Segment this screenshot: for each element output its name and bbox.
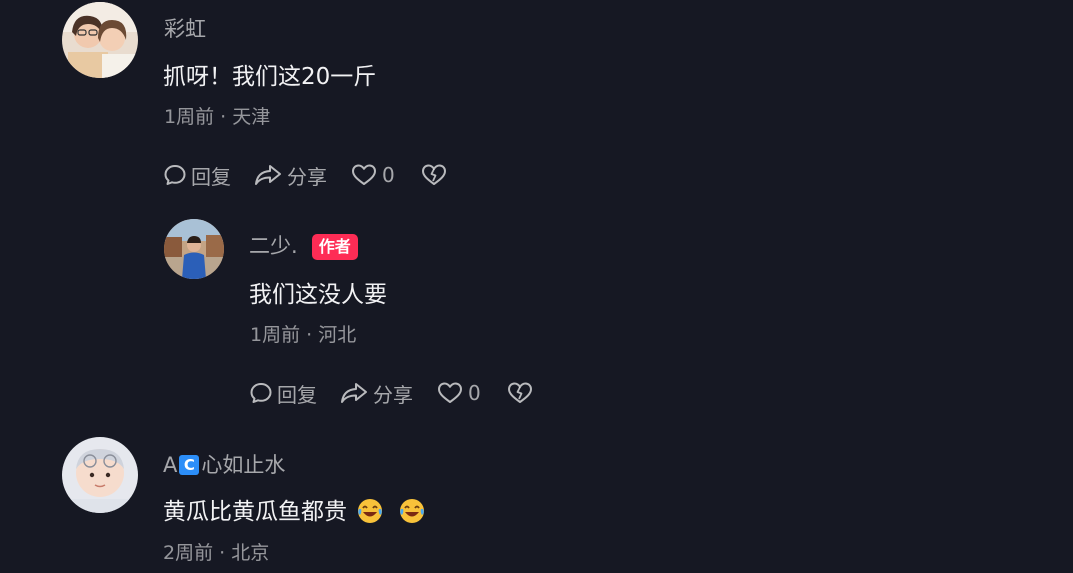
- share-arrow-icon: [341, 383, 367, 403]
- avatar[interactable]: [62, 437, 138, 513]
- share-label: 分享: [373, 382, 413, 407]
- reply-username-row: 二少. 作者: [249, 233, 358, 260]
- reply-button[interactable]: 回复: [163, 161, 231, 190]
- laughing-tears-emoji-icon: [357, 498, 383, 524]
- like-button[interactable]: 0: [437, 381, 481, 405]
- username-prefix: A: [163, 453, 178, 477]
- broken-heart-icon: [507, 382, 532, 403]
- author-badge: 作者: [311, 234, 358, 260]
- dislike-button[interactable]: [507, 381, 533, 405]
- speech-bubble-icon: [250, 383, 272, 403]
- like-button[interactable]: 0: [351, 163, 395, 187]
- like-count: 0: [468, 381, 481, 405]
- comment-text: 我们这没人要: [249, 282, 387, 308]
- comment-username[interactable]: 二少.: [249, 234, 298, 258]
- comment-username[interactable]: A C 心如止水: [163, 452, 285, 478]
- share-button[interactable]: 分享: [253, 161, 327, 190]
- comment-username[interactable]: 彩虹: [164, 16, 206, 42]
- username-suffix: 心如止水: [201, 453, 286, 477]
- comment-thread: 彩虹 抓呀！我们这20一斤 1周前 · 天津 回复 分享 0 二少. 作者 我们…: [0, 0, 1073, 573]
- comment-text: 抓呀！我们这20一斤: [163, 64, 377, 90]
- share-button[interactable]: 分享: [339, 379, 413, 408]
- comment-text: 黄瓜比黄瓜鱼都贵: [163, 499, 347, 525]
- share-label: 分享: [287, 164, 327, 189]
- comment-actions: 回复 分享 0: [249, 378, 533, 408]
- broken-heart-icon: [421, 164, 446, 185]
- reply-label: 回复: [277, 382, 317, 407]
- baby-photo-icon: [62, 437, 138, 513]
- dislike-button[interactable]: [421, 163, 447, 187]
- username-badge-icon: C: [179, 455, 200, 475]
- comment-actions: 回复 分享 0: [163, 160, 447, 190]
- comment-meta: 1周前 · 天津: [164, 106, 271, 128]
- heart-icon: [352, 164, 376, 185]
- speech-bubble-icon: [164, 165, 186, 185]
- comment-meta: 2周前 · 北京: [163, 542, 270, 564]
- reply-button[interactable]: 回复: [249, 379, 317, 408]
- share-arrow-icon: [255, 165, 281, 185]
- comment-meta: 1周前 · 河北: [250, 324, 357, 346]
- comment-text-row: 黄瓜比黄瓜鱼都贵: [163, 497, 425, 527]
- man-blue-jacket-photo-icon: [164, 219, 224, 279]
- reply-label: 回复: [191, 164, 231, 189]
- laughing-tears-emoji-icon: [399, 498, 425, 524]
- heart-icon: [438, 382, 462, 403]
- avatar[interactable]: [62, 2, 138, 78]
- two-girls-photo-icon: [62, 2, 138, 78]
- avatar[interactable]: [164, 219, 224, 279]
- like-count: 0: [382, 163, 395, 187]
